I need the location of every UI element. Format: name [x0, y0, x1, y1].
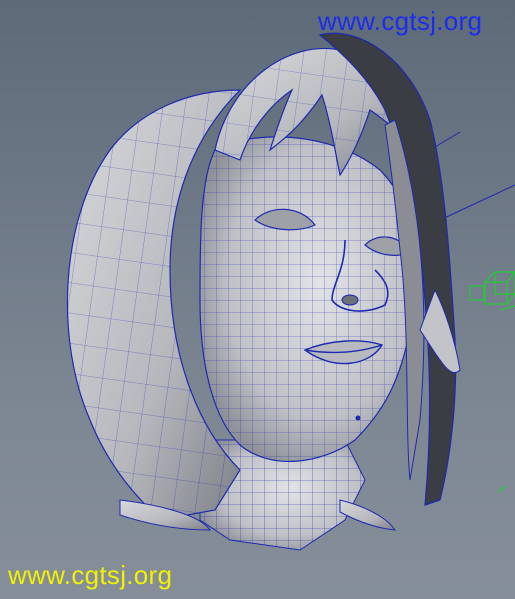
watermark-top: www.cgtsj.org — [318, 6, 483, 36]
watermark-bottom: www.cgtsj.org — [8, 560, 173, 590]
locator-gizmo — [469, 271, 515, 493]
head-model-render — [66, 32, 515, 551]
3d-viewport[interactable]: www.cgtsj.org www.cgtsj.org — [0, 0, 515, 599]
